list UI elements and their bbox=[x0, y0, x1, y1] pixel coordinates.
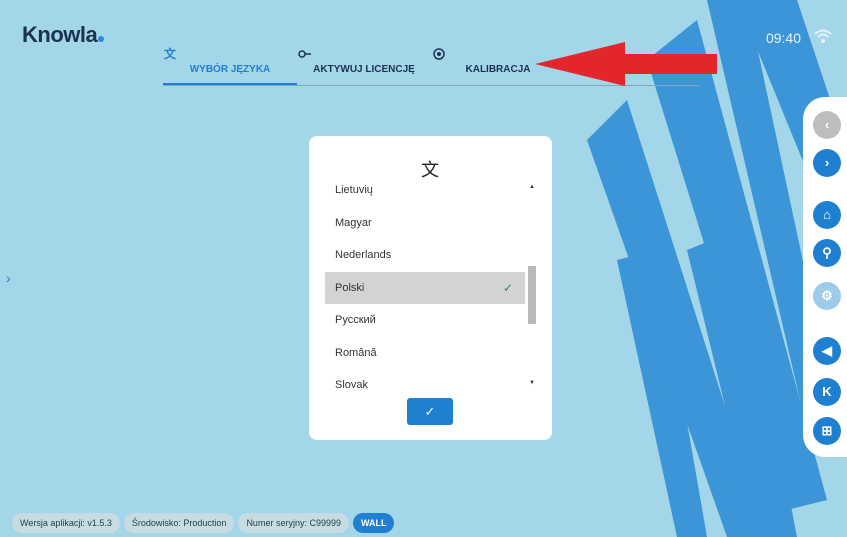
gear-icon[interactable]: ⚙ bbox=[813, 282, 841, 310]
status-footer: Wersja aplikacji: v1.5.3 Środowisko: Pro… bbox=[12, 513, 395, 533]
scrollbar-thumb[interactable] bbox=[528, 266, 536, 324]
red-annotation-arrow bbox=[535, 42, 717, 86]
chevron-right-icon[interactable]: › bbox=[6, 270, 11, 286]
serial-chip: Numer seryjny: C99999 bbox=[238, 513, 349, 533]
search-icon[interactable]: ⚲ bbox=[813, 239, 841, 267]
volume-icon[interactable]: ◀ bbox=[813, 337, 841, 365]
right-sidebar: ‹ › ⌂ ⚲ ⚙ ◀ K ⊞ bbox=[803, 97, 847, 457]
language-option[interactable]: Română bbox=[325, 337, 525, 370]
translate-icon: 文 bbox=[164, 46, 177, 61]
language-label: Polski bbox=[335, 281, 365, 294]
language-option-selected[interactable]: Polski ✓ bbox=[325, 271, 525, 304]
clock: 09:40 bbox=[765, 30, 801, 46]
language-option[interactable]: Nederlands bbox=[325, 239, 525, 272]
language-option[interactable]: Magyar bbox=[325, 207, 525, 240]
confirm-button[interactable]: ✓ bbox=[407, 398, 453, 425]
language-option[interactable]: Русский bbox=[325, 304, 525, 337]
scroll-down-icon[interactable]: ▼ bbox=[529, 380, 535, 386]
home-icon[interactable]: ⌂ bbox=[813, 201, 841, 229]
list-scrollbar[interactable]: ▲ ▼ bbox=[527, 184, 537, 386]
back-icon[interactable]: ‹ bbox=[813, 111, 841, 139]
tab-label: KALIBRACJA bbox=[465, 64, 531, 75]
check-icon: ✓ bbox=[502, 280, 513, 295]
forward-icon[interactable]: › bbox=[813, 149, 841, 177]
version-chip: Wersja aplikacji: v1.5.3 bbox=[12, 513, 120, 533]
tab-language[interactable]: 文 WYBÓR JĘZYKA bbox=[163, 36, 297, 85]
key-icon bbox=[298, 50, 311, 58]
language-option[interactable]: Lietuvių bbox=[325, 174, 525, 207]
knowla-logo: Knowla bbox=[22, 22, 105, 48]
language-option[interactable]: Slovak bbox=[325, 369, 525, 390]
mode-badge: WALL bbox=[352, 513, 395, 533]
knowla-k-icon[interactable]: K bbox=[813, 378, 841, 406]
windows-icon[interactable]: ⊞ bbox=[813, 417, 841, 445]
language-list: Lietuvių Magyar Nederlands Polski ✓ Русск… bbox=[325, 174, 525, 390]
svg-text:文: 文 bbox=[164, 46, 177, 61]
environment-chip: Środowisko: Production bbox=[123, 513, 235, 533]
language-dialog: 文 Lietuvių Magyar Nederlands Polski ✓ Рус… bbox=[309, 136, 552, 440]
wifi-icon bbox=[814, 29, 832, 43]
tab-label: AKTYWUJ LICENCJĘ bbox=[313, 64, 415, 75]
tab-label: WYBÓR JĘZYKA bbox=[189, 64, 271, 75]
scroll-up-icon[interactable]: ▲ bbox=[529, 184, 535, 190]
target-icon bbox=[433, 48, 445, 60]
tab-license[interactable]: AKTYWUJ LICENCJĘ bbox=[297, 36, 431, 85]
